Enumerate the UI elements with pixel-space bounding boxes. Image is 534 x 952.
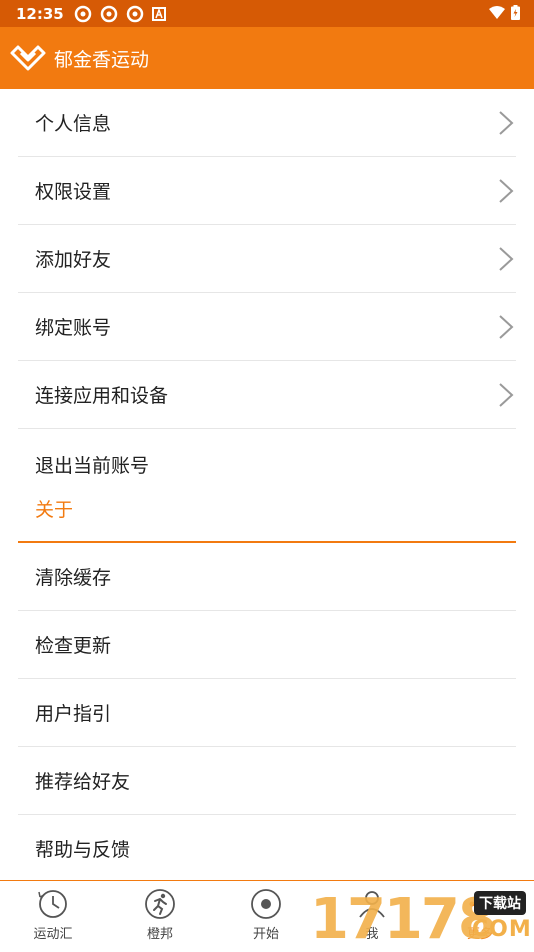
menu-item-personal-info[interactable]: 个人信息 — [18, 89, 516, 157]
bottom-nav: 运动汇 橙邦 开始 我 更多 — [0, 880, 534, 951]
nav-item-orange-club[interactable]: 橙邦 — [120, 887, 200, 942]
menu-item-label: 帮助与反馈 — [35, 839, 131, 861]
battery-icon — [511, 5, 520, 20]
person-icon — [359, 891, 385, 918]
menu-item-label: 清除缓存 — [35, 567, 112, 589]
menu-item-label: 个人信息 — [35, 113, 112, 135]
clock-icon — [38, 890, 67, 918]
more-icon — [469, 901, 491, 907]
menu-item-label: 用户指引 — [35, 703, 112, 725]
menu-item-label: 连接应用和设备 — [35, 385, 169, 407]
menu-item-permissions[interactable]: 权限设置 — [18, 157, 516, 225]
chevron-right-icon — [499, 178, 514, 203]
menu-item-recommend[interactable]: 推荐给好友 — [18, 747, 516, 815]
tulip-logo-icon — [8, 38, 48, 78]
nav-item-more[interactable]: 更多 — [440, 887, 520, 942]
menu-item-label: 绑定账号 — [35, 317, 112, 339]
menu-item-check-update[interactable]: 检查更新 — [18, 611, 516, 679]
notification-icon — [100, 5, 117, 22]
menu-item-clear-cache[interactable]: 清除缓存 — [18, 543, 516, 611]
nav-label: 运动汇 — [33, 927, 73, 942]
menu-item-label: 添加好友 — [35, 249, 112, 271]
notification-icon — [74, 5, 91, 22]
menu-item-connect-devices[interactable]: 连接应用和设备 — [18, 361, 516, 429]
chevron-right-icon — [499, 382, 514, 407]
chevron-right-icon — [499, 314, 514, 339]
status-bar: 12:35 — [0, 0, 534, 27]
nav-item-sports-hub[interactable]: 运动汇 — [13, 887, 93, 942]
chevron-right-icon — [499, 110, 514, 135]
logout-button[interactable]: 退出当前账号 — [35, 451, 149, 478]
app-bar: 郁金香运动 — [0, 27, 534, 89]
menu-item-bind-account[interactable]: 绑定账号 — [18, 293, 516, 361]
a-icon — [151, 6, 166, 21]
runner-icon — [145, 889, 175, 919]
wifi-icon — [489, 5, 505, 19]
nav-item-me[interactable]: 我 — [332, 887, 412, 942]
menu-item-user-guide[interactable]: 用户指引 — [18, 679, 516, 747]
nav-label: 更多 — [466, 927, 493, 942]
settings-list: 个人信息 权限设置 添加好友 绑定账号 连接应用和设备 退出当前账号 关于 清除… — [0, 89, 534, 883]
nav-item-start[interactable]: 开始 — [226, 887, 306, 942]
status-time: 12:35 — [16, 4, 64, 23]
menu-item-label: 检查更新 — [35, 635, 112, 657]
notification-icons — [74, 5, 166, 23]
about-section-header: 关于 — [35, 499, 74, 521]
menu-item-add-friends[interactable]: 添加好友 — [18, 225, 516, 293]
record-icon — [251, 889, 281, 919]
notification-icon — [126, 5, 143, 22]
menu-item-help-feedback[interactable]: 帮助与反馈 — [18, 815, 516, 883]
nav-label: 橙邦 — [146, 927, 173, 942]
nav-label: 我 — [365, 927, 379, 942]
logout-section: 退出当前账号 关于 — [18, 429, 516, 543]
menu-item-label: 推荐给好友 — [35, 771, 131, 793]
app-title: 郁金香运动 — [54, 48, 150, 71]
nav-label: 开始 — [252, 927, 279, 942]
chevron-right-icon — [499, 246, 514, 271]
menu-item-label: 权限设置 — [35, 181, 112, 203]
